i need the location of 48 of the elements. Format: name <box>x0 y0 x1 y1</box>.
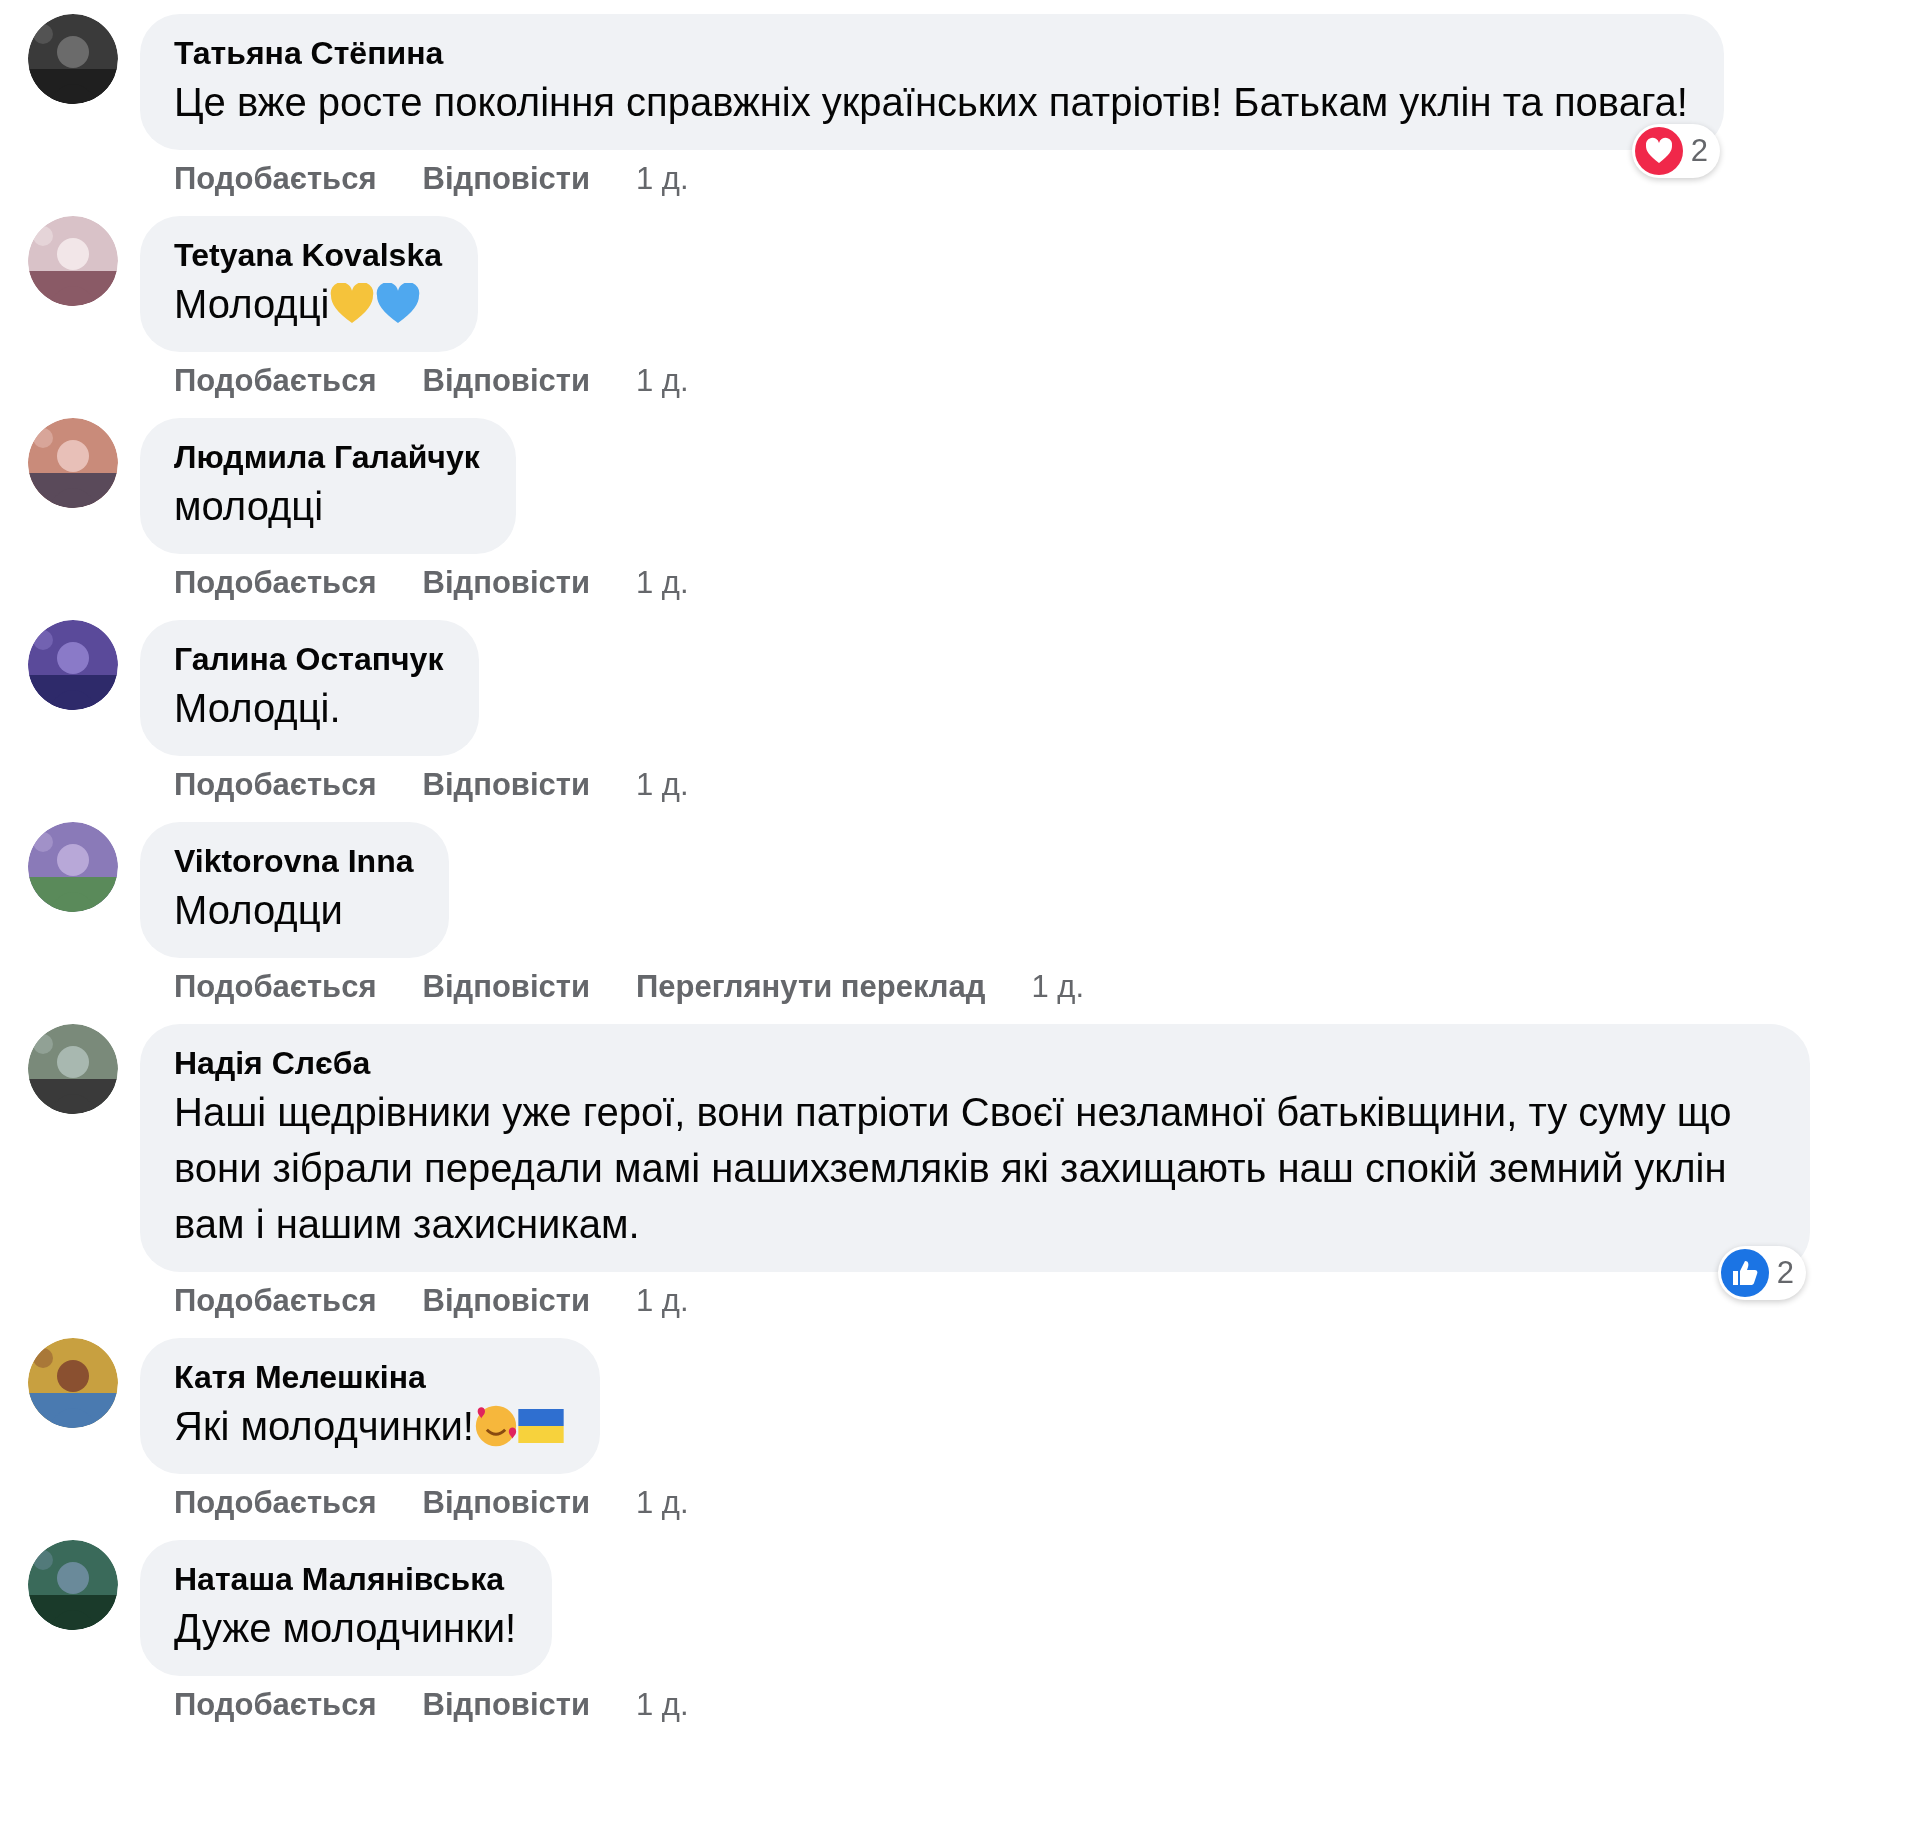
author-name[interactable]: Катя Мелешкіна <box>174 1356 564 1398</box>
comment-text: Наші щедрівники уже герої, вони патріоти Своєї незламної батьківщини, ту суму що вони зібрали передали мамі нашихземляків які захищають наш спокій земний уклін вам і нашим захисникам. <box>174 1089 1733 1248</box>
action-link[interactable]: Переглянути переклад <box>636 963 986 1011</box>
comment-text: Які молодчинки! <box>174 1403 474 1450</box>
action-link[interactable]: Відповісти <box>422 761 590 809</box>
action-link[interactable]: Відповісти <box>422 1277 590 1325</box>
timestamp[interactable]: 1 д. <box>636 155 689 203</box>
author-name[interactable]: Галина Остапчук <box>174 638 444 680</box>
author-name[interactable]: Татьяна Стёпина <box>174 32 1688 74</box>
action-link[interactable]: Подобається <box>174 1277 377 1325</box>
reaction-count: 2 <box>1690 131 1708 170</box>
action-link[interactable]: Відповісти <box>422 963 590 1011</box>
comment-text: Молодці. <box>174 685 341 732</box>
comment-text: Це вже росте покоління справжніх українських патріотів! Батькам уклін та повага! <box>174 79 1688 126</box>
comment-text: Молодці <box>174 281 330 328</box>
comment-text: Дуже молодчинки! <box>174 1605 517 1652</box>
author-name[interactable]: Людмила Галайчук <box>174 436 480 478</box>
smiling-face-icon <box>474 1404 518 1448</box>
action-link[interactable]: Подобається <box>174 1681 377 1729</box>
action-link[interactable]: Подобається <box>174 1479 377 1527</box>
action-link[interactable]: Відповісти <box>422 1479 590 1527</box>
timestamp[interactable]: 1 д. <box>1031 963 1085 1011</box>
action-link[interactable]: Подобається <box>174 155 377 203</box>
action-link[interactable]: Подобається <box>174 559 377 607</box>
reaction-count: 2 <box>1776 1253 1794 1292</box>
action-link[interactable]: Відповісти <box>422 1681 590 1729</box>
timestamp[interactable]: 1 д. <box>636 761 689 809</box>
flag-icon <box>518 1409 564 1443</box>
timestamp[interactable]: 1 д. <box>636 1681 689 1729</box>
action-link[interactable]: Подобається <box>174 357 377 405</box>
timestamp[interactable]: 1 д. <box>636 559 689 607</box>
reaction-badge[interactable]: 2 <box>1631 124 1720 178</box>
reaction-badge[interactable]: 2 <box>1717 1246 1806 1300</box>
comment-text: молодці <box>174 483 324 530</box>
action-link[interactable]: Відповісти <box>422 155 590 203</box>
timestamp[interactable]: 1 д. <box>636 1479 689 1527</box>
comment-text: Молодци <box>174 887 343 934</box>
timestamp[interactable]: 1 д. <box>636 1277 689 1325</box>
action-link[interactable]: Подобається <box>174 963 377 1011</box>
author-name[interactable]: Надія Слєба <box>174 1042 1774 1084</box>
author-name[interactable]: Tetyana Kovalska <box>174 234 442 276</box>
thumbs-up-icon <box>1720 1249 1769 1297</box>
author-name[interactable]: Viktorovna Inna <box>174 840 414 882</box>
timestamp[interactable]: 1 д. <box>636 357 689 405</box>
author-name[interactable]: Наташа Малянівська <box>174 1558 517 1600</box>
action-link[interactable]: Подобається <box>174 761 377 809</box>
action-link[interactable]: Відповісти <box>422 357 590 405</box>
action-link[interactable]: Відповісти <box>422 559 590 607</box>
